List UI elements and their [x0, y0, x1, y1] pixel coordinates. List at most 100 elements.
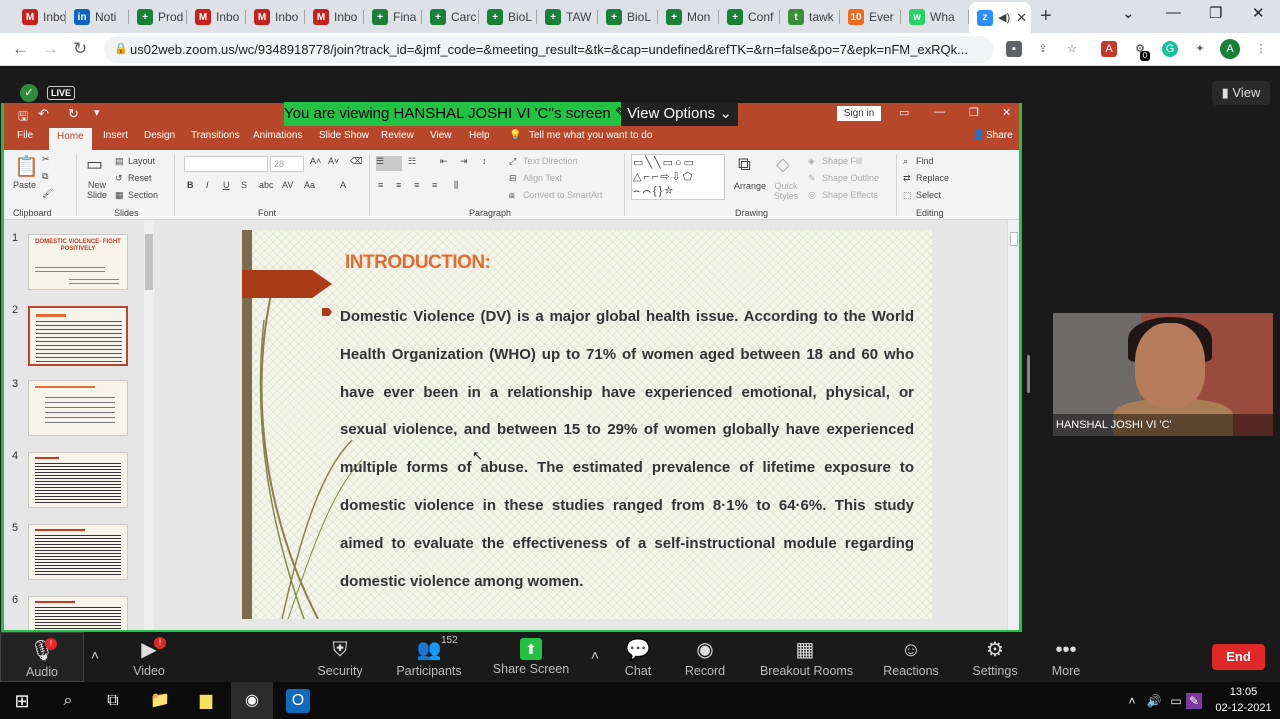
network-icon[interactable]: ▭ [1164, 689, 1188, 713]
share-screen-button[interactable]: ⬆ Share Screen [492, 632, 570, 682]
minimize-icon[interactable]: — [1166, 4, 1181, 21]
view-options-button[interactable]: View Options ⌄ [621, 102, 738, 126]
security-button[interactable]: ⛨ Security [310, 632, 370, 682]
paste-icon[interactable]: 📋 [14, 154, 39, 179]
new-slide-button[interactable]: New Slide [84, 180, 110, 200]
more-button[interactable]: ••• More [1046, 632, 1086, 682]
tab-file[interactable]: File [17, 130, 33, 141]
search-icon[interactable]: ⌕ [56, 689, 80, 713]
new-tab-button[interactable]: + [1040, 5, 1052, 28]
paste-button[interactable]: Paste [13, 180, 36, 190]
select-button[interactable]: Select [916, 190, 941, 200]
puzzle-extensions-icon[interactable]: ✦ [1192, 41, 1208, 57]
reload-icon[interactable]: ↻ [73, 39, 87, 59]
browser-tab[interactable]: + TAW [537, 4, 598, 30]
reactions-button[interactable]: ☺ Reactions [882, 632, 940, 682]
participants-button[interactable]: 👥 Participants 152 [393, 632, 465, 682]
quick-styles-button[interactable]: Quick Styles [772, 181, 800, 201]
reset-button[interactable]: Reset [128, 173, 152, 183]
ppt-restore-icon[interactable]: ❐ [969, 106, 979, 119]
bullets-icon[interactable]: ☰ [376, 156, 402, 171]
shape-effects-button[interactable]: Shape Effects [822, 190, 878, 200]
align-center-icon[interactable]: ≡ [396, 180, 401, 190]
close-tab-icon[interactable]: ✕ [1016, 10, 1027, 26]
browser-tab[interactable]: 10 Ever [840, 4, 901, 30]
shrink-font-icon[interactable]: A˅ [328, 156, 339, 166]
align-text-button[interactable]: Align Text [523, 173, 562, 183]
convert-smartart-button[interactable]: Convert to SmartArt [523, 190, 603, 200]
audio-button[interactable]: 🎙 Audio ! [0, 632, 84, 682]
record-button[interactable]: ◉ Record [682, 632, 728, 682]
settings-button[interactable]: ⚙ Settings [970, 632, 1020, 682]
align-left-icon[interactable]: ≡ [378, 180, 383, 190]
char-spacing-icon[interactable]: AV [282, 180, 293, 190]
ppt-minimize-icon[interactable]: — [934, 106, 945, 118]
clear-format-icon[interactable]: ⌫ [350, 156, 363, 167]
justify-icon[interactable]: ≡ [432, 180, 437, 190]
slide-thumbnail-4[interactable] [28, 452, 128, 508]
share-person-icon[interactable]: 👤 [972, 130, 984, 141]
find-button[interactable]: Find [916, 156, 934, 166]
layout-button[interactable]: Layout [128, 156, 155, 166]
align-right-icon[interactable]: ≡ [414, 180, 419, 190]
task-view-icon[interactable]: ⧉ [101, 689, 125, 713]
tab-insert[interactable]: Insert [103, 130, 128, 141]
audio-options-chevron-icon[interactable]: ˄ [88, 632, 102, 682]
volume-icon[interactable]: 🔊 [1142, 689, 1166, 713]
browser-tab[interactable]: + BioL [598, 4, 658, 30]
browser-tab[interactable]: M Inbo [14, 4, 66, 30]
browser-tab[interactable]: + Mon [658, 4, 719, 30]
grow-font-icon[interactable]: A˄ [310, 156, 321, 166]
windows-start-icon[interactable]: ⊞ [10, 689, 34, 713]
bookmark-star-icon[interactable]: ☆ [1064, 41, 1080, 57]
tab-slide-show[interactable]: Slide Show [319, 130, 369, 141]
taskbar-clock[interactable]: 13:05 02-12-2021 [1211, 684, 1276, 716]
browser-tab[interactable]: M Inbo [246, 4, 305, 30]
save-icon[interactable]: 🖫 [18, 107, 28, 128]
columns-icon[interactable]: ⫼ [454, 180, 458, 191]
browser-tab[interactable]: + Carc [422, 4, 479, 30]
shadow-icon[interactable]: S [241, 180, 247, 190]
font-name-dropdown[interactable] [184, 156, 268, 172]
tab-review[interactable]: Review [381, 130, 414, 141]
slide-thumbnail-3[interactable] [28, 380, 128, 436]
menu-kebab-icon[interactable]: ⋮ [1253, 41, 1269, 57]
file-explorer-icon[interactable]: 📁 [148, 689, 172, 713]
browser-tab[interactable]: + Fina [364, 4, 422, 30]
forward-icon[interactable]: → [42, 39, 59, 59]
address-bar[interactable]: 🔒 us02web.zoom.us/wc/9348918778/join?tra… [104, 36, 994, 63]
breakout-rooms-button[interactable]: ▦ Breakout Rooms [760, 632, 853, 682]
view-button[interactable]: ▮ View [1212, 81, 1270, 105]
video-button[interactable]: ▶ Video ! [120, 632, 178, 682]
outlook-icon[interactable]: O [286, 689, 310, 713]
change-case-icon[interactable]: Aa [304, 180, 315, 190]
gallery-divider-handle[interactable] [1027, 355, 1030, 393]
slide-scroll-thumb[interactable] [1010, 232, 1018, 246]
slide-thumbnail-5[interactable] [28, 524, 128, 580]
sign-in-button[interactable]: Sign in [837, 106, 881, 121]
copy-icon[interactable]: ⧉ [42, 171, 48, 182]
tab-design[interactable]: Design [144, 130, 175, 141]
sticky-notes-icon[interactable]: ▆ [194, 689, 218, 713]
tray-chevron-icon[interactable]: ˄ [1120, 689, 1144, 713]
decrease-indent-icon[interactable]: ⇤ [440, 156, 448, 167]
tab-animations[interactable]: Animations [253, 130, 302, 141]
quick-styles-icon[interactable]: ◇ [776, 154, 790, 175]
tab-home[interactable]: Home [49, 128, 92, 150]
ppt-close-icon[interactable]: ✕ [1002, 106, 1011, 119]
restore-icon[interactable]: ❐ [1209, 4, 1222, 22]
browser-tab[interactable]: z ◀) ✕ [969, 2, 1031, 33]
close-window-icon[interactable]: ✕ [1252, 4, 1265, 22]
browser-tab[interactable]: + BioL [479, 4, 537, 30]
slide-thumbnail-6[interactable] [28, 596, 128, 630]
slide-thumbnail-1[interactable]: DOMESTIC VIOLENCE- FIGHT POSITIVELY [28, 234, 128, 290]
increase-indent-icon[interactable]: ⇥ [460, 156, 468, 167]
share-icon[interactable]: ⇪ [1035, 41, 1051, 57]
browser-tab[interactable]: + Prod [129, 4, 187, 30]
shapes-gallery[interactable]: ▭╲╲▭○▭ △⌐⌐⇨⇩⬠ ⌢⌒{}☆ [631, 154, 725, 200]
shape-outline-button[interactable]: Shape Outline [822, 173, 879, 183]
ppt-share-button[interactable]: Share [986, 130, 1013, 141]
current-slide[interactable]: INTRODUCTION: Domestic Violence (DV) is … [242, 230, 932, 619]
camera-blocked-icon[interactable]: ▪ [1006, 41, 1022, 57]
tab-search-icon[interactable]: ⌄ [1122, 4, 1135, 22]
